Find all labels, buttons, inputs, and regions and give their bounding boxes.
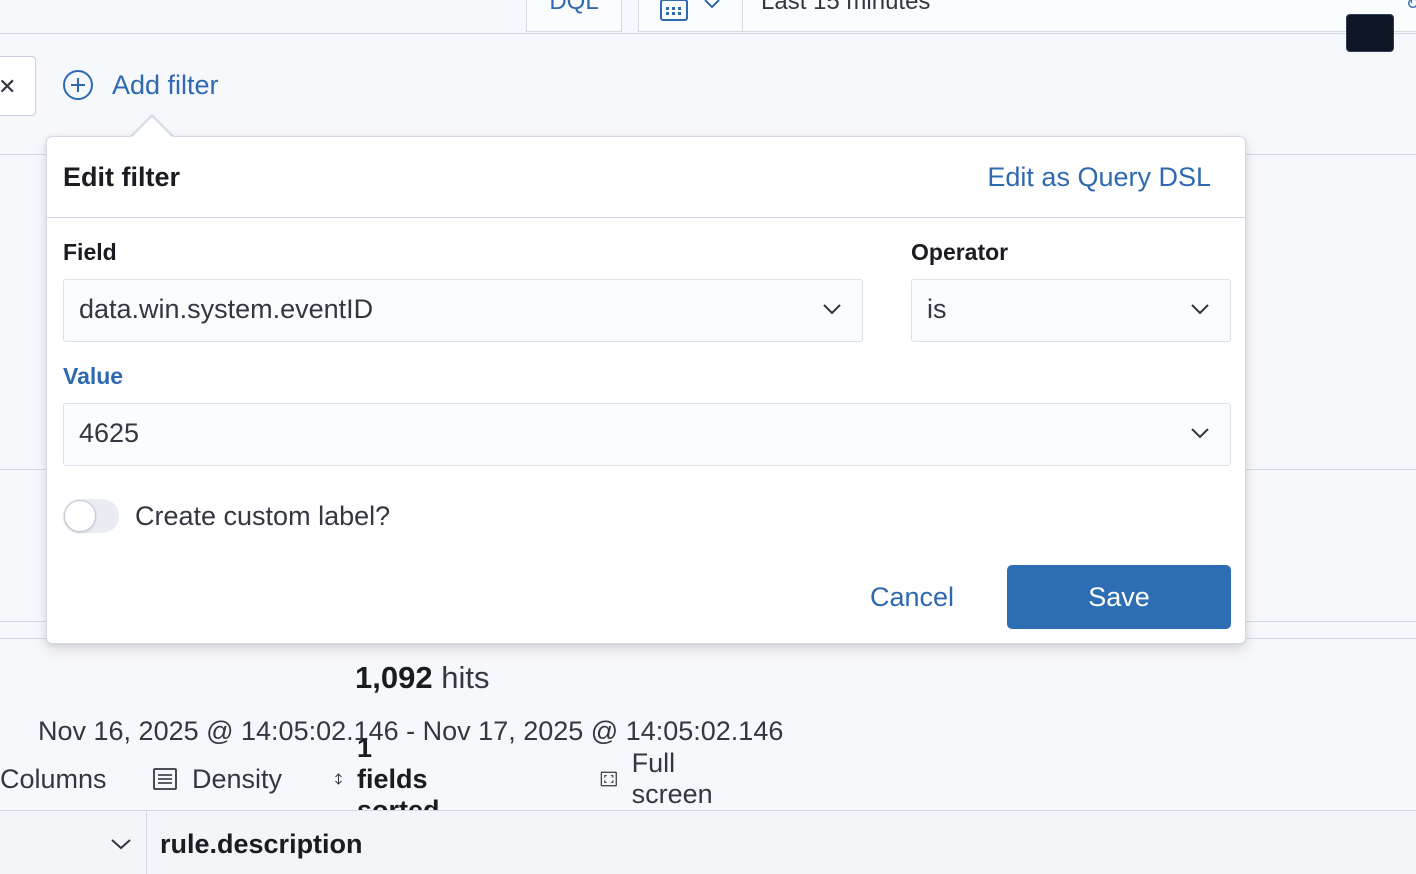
- add-filter-label: Add filter: [112, 69, 219, 100]
- query-language-label: DQL: [549, 0, 599, 15]
- chevron-down-icon: [704, 0, 720, 9]
- query-language-button[interactable]: DQL: [526, 0, 622, 32]
- filter-remove-button[interactable]: ✕: [0, 56, 36, 116]
- quick-menu-button[interactable]: [639, 0, 743, 31]
- add-filter-button[interactable]: Add filter: [62, 68, 219, 102]
- value-input: 4625: [79, 418, 140, 448]
- operator-value: is: [927, 294, 947, 324]
- columns-button[interactable]: Columns: [0, 760, 107, 798]
- fullscreen-icon: [600, 771, 617, 787]
- toggle-knob: [64, 500, 96, 532]
- field-combobox[interactable]: data.win.system.eventID: [63, 279, 863, 342]
- hits-count: 1,092 hits: [355, 660, 489, 696]
- density-label: Density: [192, 763, 283, 794]
- popover-header: Edit filter Edit as Query DSL: [47, 137, 1245, 218]
- column-divider: [146, 811, 147, 874]
- plus-circle-icon: [63, 70, 93, 100]
- table-header: rule.description: [0, 810, 1416, 874]
- value-label: Value: [63, 363, 124, 389]
- date-picker[interactable]: Last 15 minutes: [638, 0, 1416, 32]
- density-icon: [153, 768, 177, 790]
- calendar-icon: [660, 0, 688, 21]
- save-button[interactable]: Save: [1007, 565, 1231, 629]
- hits-number: 1,092: [355, 660, 433, 695]
- edit-filter-popover: Edit filter Edit as Query DSL Field data…: [46, 136, 1246, 644]
- field-value: data.win.system.eventID: [79, 294, 374, 324]
- sort-icon: [335, 773, 342, 785]
- sort-fields-button[interactable]: 1 fields sorted: [334, 733, 449, 825]
- update-button[interactable]: [1346, 14, 1394, 52]
- density-button[interactable]: Density: [152, 760, 282, 798]
- columns-label: Columns: [0, 763, 107, 794]
- fullscreen-label: Full screen: [631, 748, 713, 809]
- custom-label-toggle[interactable]: [63, 499, 119, 533]
- chevron-down-icon: [1191, 304, 1209, 315]
- custom-label-toggle-label: Create custom label?: [135, 501, 391, 531]
- chevron-down-icon: [1191, 428, 1209, 439]
- chevron-down-icon: [823, 304, 841, 315]
- operator-combobox[interactable]: is: [911, 279, 1231, 342]
- cancel-button[interactable]: Cancel: [847, 565, 977, 629]
- operator-label: Operator: [911, 239, 1009, 265]
- time-range-label[interactable]: Last 15 minutes: [761, 0, 930, 16]
- column-header-rule-description[interactable]: rule.description: [160, 829, 363, 860]
- close-icon: ✕: [0, 74, 17, 99]
- popover-title: Edit filter: [63, 162, 181, 192]
- value-combobox[interactable]: 4625: [63, 403, 1231, 466]
- edit-as-query-dsl-link[interactable]: Edit as Query DSL: [987, 162, 1211, 193]
- hits-label: hits: [441, 660, 490, 695]
- fullscreen-button[interactable]: Full screen: [600, 748, 721, 809]
- query-bar: DQL Last 15 minutes ↻: [0, 0, 1416, 52]
- popover-arrow-fill: [132, 117, 172, 137]
- chevron-down-icon[interactable]: [110, 837, 132, 851]
- refresh-icon: ↻: [1406, 0, 1416, 13]
- field-label: Field: [63, 239, 117, 265]
